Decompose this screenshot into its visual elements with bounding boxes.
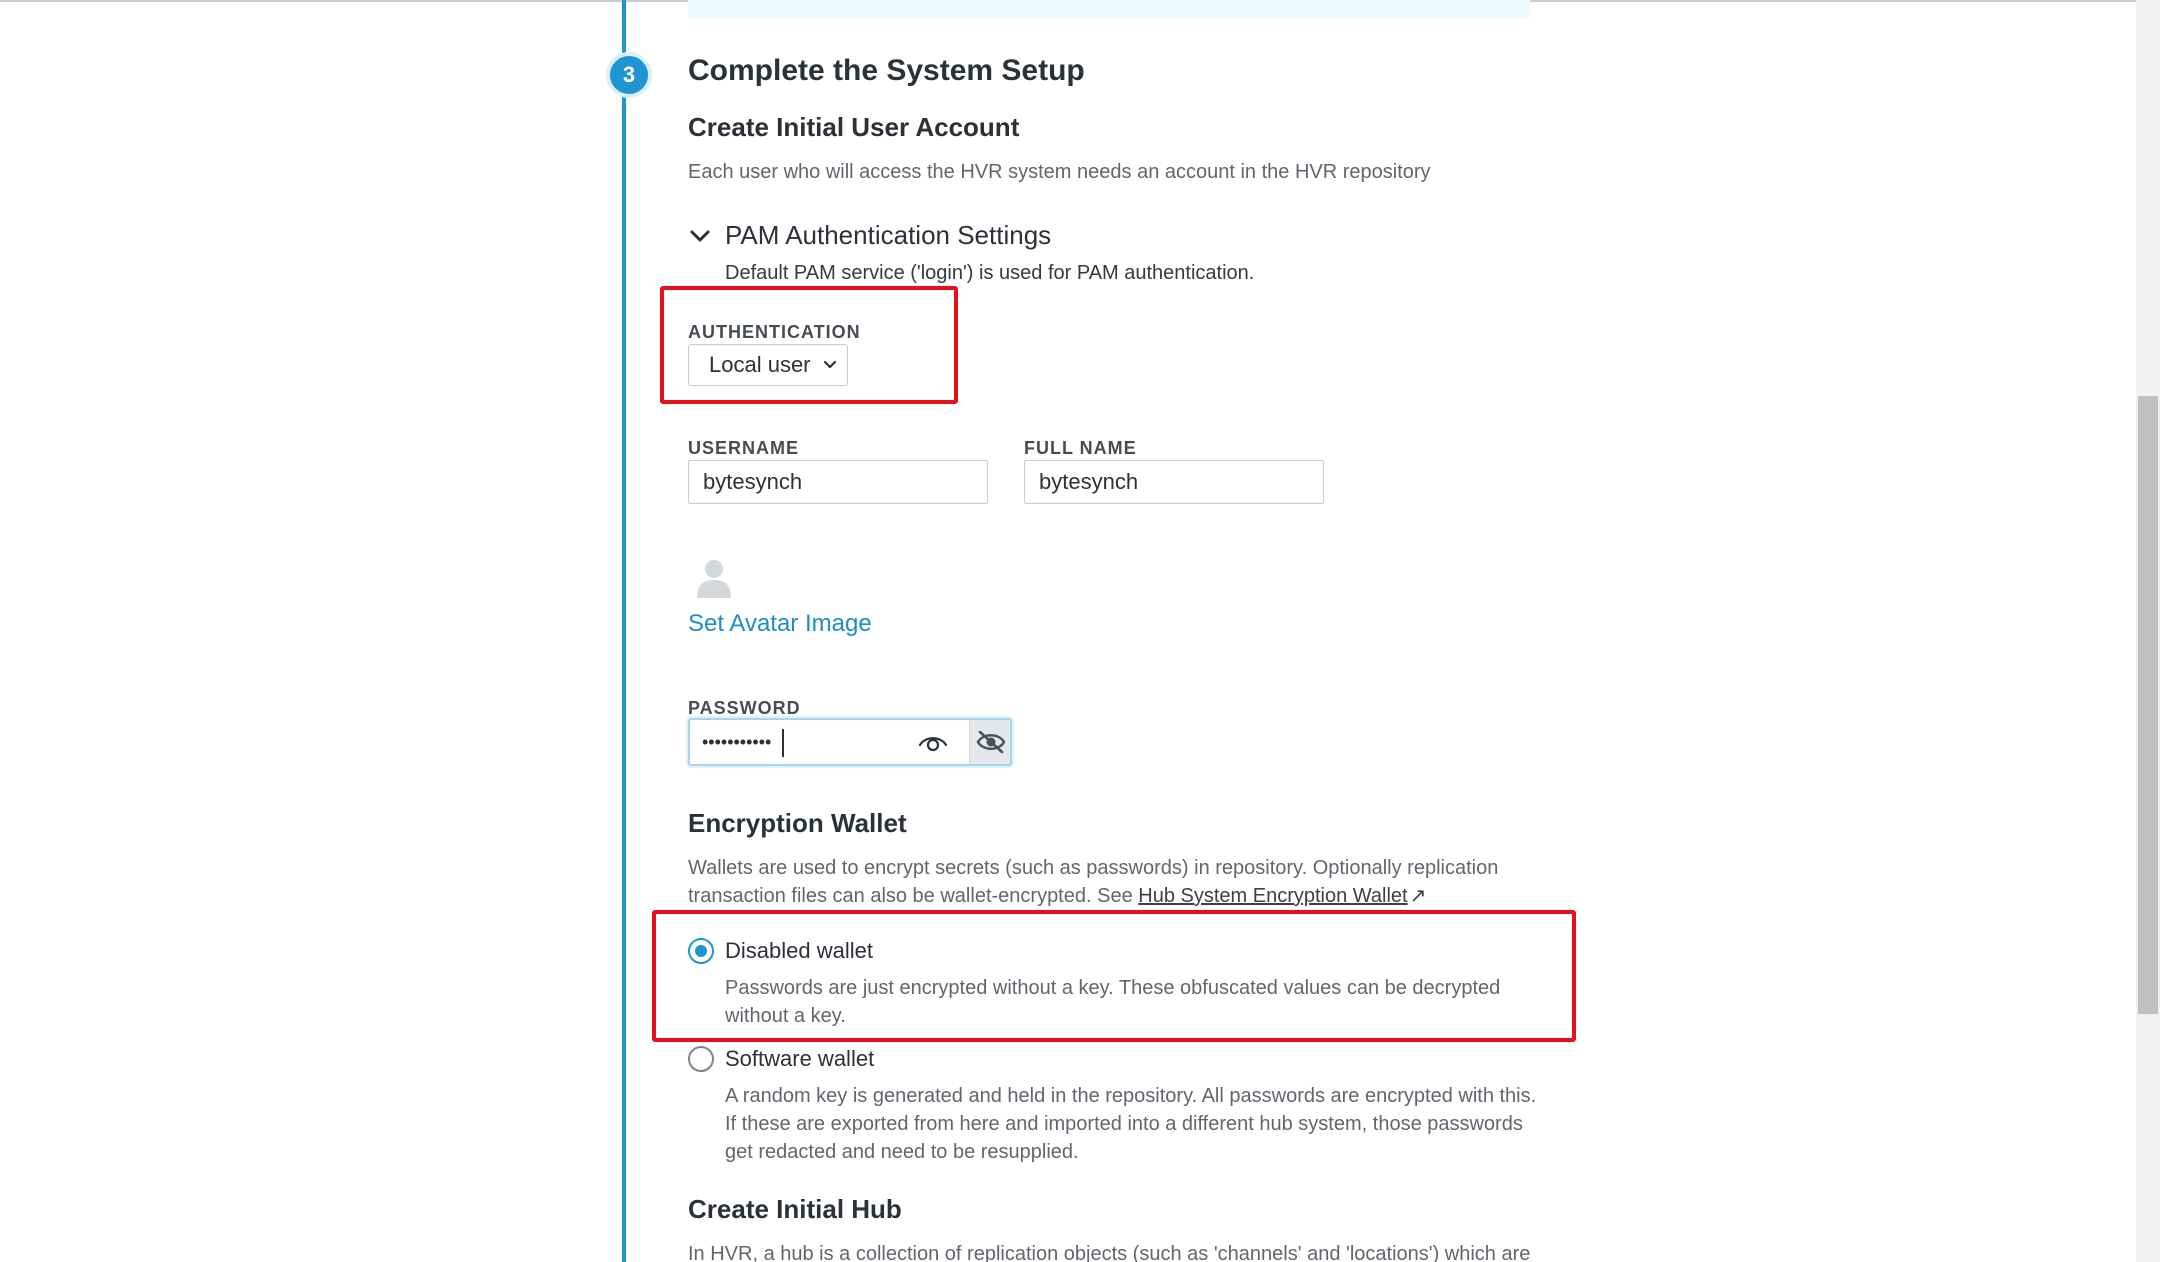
encryption-wallet-description-line2: transaction files can also be wallet-enc… (688, 882, 1548, 910)
software-wallet-description-line1: A random key is generated and held in th… (725, 1085, 1537, 1107)
encryption-wallet-description: Wallets are used to encrypt secrets (suc… (688, 854, 1548, 910)
password-label: PASSWORD (688, 698, 801, 718)
info-panel-strip (688, 0, 1530, 18)
username-label: USERNAME (688, 438, 800, 458)
text-cursor (782, 729, 784, 757)
hub-system-encryption-wallet-link[interactable]: Hub System Encryption Wallet (1138, 885, 1407, 907)
pam-settings-description: Default PAM service ('login') is used fo… (725, 262, 1255, 284)
initial-hub-heading: Create Initial Hub (688, 1194, 902, 1224)
highlight-annotation-disabled-wallet (652, 910, 1576, 1042)
software-wallet-description: A random key is generated and held in th… (725, 1082, 1585, 1166)
step-progress-line (622, 0, 626, 1262)
password-input[interactable]: ••••••••••• (688, 718, 1012, 766)
setup-page: 3 Complete the System Setup Create Initi… (0, 0, 2160, 1262)
eye-icon[interactable] (918, 730, 948, 756)
full-name-input[interactable]: bytesynch (1024, 460, 1324, 504)
software-wallet-radio[interactable] (688, 1046, 714, 1072)
hide-password-toggle[interactable] (969, 720, 1010, 764)
encryption-wallet-description-text: transaction files can also be wallet-enc… (688, 885, 1139, 907)
scrollbar-thumb[interactable] (2138, 396, 2158, 1014)
encryption-wallet-heading: Encryption Wallet (688, 808, 907, 838)
software-wallet-description-line3: get redacted and need to be resupplied. (725, 1141, 1079, 1163)
user-account-description: Each user who will access the HVR system… (688, 161, 1431, 183)
pam-settings-toggle[interactable]: PAM Authentication Settings (725, 220, 1051, 251)
username-input[interactable]: bytesynch (688, 460, 988, 504)
set-avatar-link[interactable]: Set Avatar Image (688, 610, 872, 638)
step-title: Complete the System Setup (688, 54, 1085, 87)
password-masked-value: ••••••••••• (702, 732, 772, 752)
encryption-wallet-description-line1: Wallets are used to encrypt secrets (suc… (688, 857, 1499, 879)
external-link-icon[interactable]: ↗ (1410, 885, 1427, 907)
software-wallet-label[interactable]: Software wallet (725, 1046, 874, 1072)
user-account-heading: Create Initial User Account (688, 112, 1020, 142)
eye-slash-icon (976, 730, 1006, 754)
software-wallet-description-line2: If these are exported from here and impo… (725, 1113, 1523, 1135)
full-name-label: FULL NAME (1024, 438, 1137, 458)
chevron-down-icon[interactable] (688, 224, 712, 248)
highlight-annotation-authentication (660, 286, 958, 404)
initial-hub-description: In HVR, a hub is a collection of replica… (688, 1243, 1531, 1262)
step-number-badge: 3 (606, 52, 652, 98)
avatar-placeholder-icon (697, 560, 731, 598)
